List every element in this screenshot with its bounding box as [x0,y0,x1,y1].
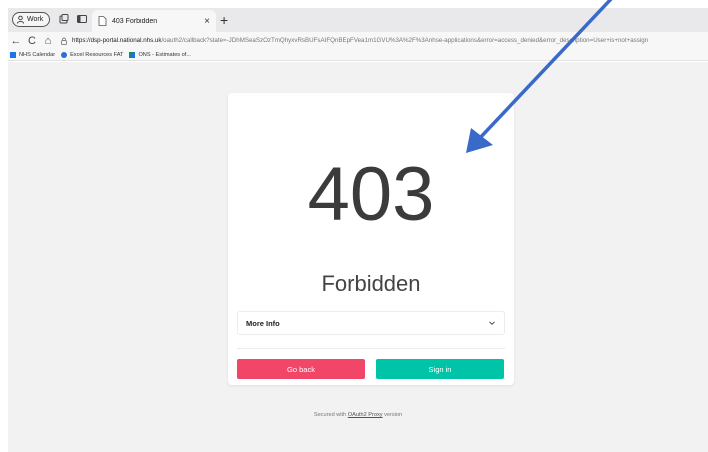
more-info-label: More Info [246,318,280,328]
error-card: 403 Forbidden More Info Go back Sign in [228,93,514,385]
tab-403-forbidden[interactable]: 403 Forbidden × [92,10,216,32]
bookmark-label: Excel Resources FAT [70,51,124,58]
profile-button[interactable]: Work [12,12,50,27]
tab-actions-icon[interactable] [76,13,88,25]
footer-prefix: Secured with [313,412,348,418]
new-tab-button[interactable]: + [220,11,228,29]
divider [237,348,505,349]
bookmarks-bar: NHS Calendar Excel Resources FAT ONS - E… [8,49,708,61]
home-button[interactable]: ⌂ [40,34,56,48]
error-status: Forbidden [321,271,421,296]
footer-text: Secured with OAuth2 Proxy version [8,412,708,418]
bookmark-label: NHS Calendar [19,51,56,58]
back-button[interactable]: ← [8,34,24,48]
address-bar: ← C ⌂ https://dsp-portal.national.nhs.uk… [8,32,708,49]
tab-strip: Work 403 Forbidden × + [8,8,708,32]
url-path: /oauth2/callback?state=-JDhMSeaSzOzTmQhy… [161,37,649,44]
lock-icon[interactable] [56,34,72,48]
url-host: https://dsp-portal.national.nhs.uk [72,37,162,44]
tab-title: 403 Forbidden [112,17,158,25]
calendar-icon [10,51,16,58]
footer-suffix: version [382,412,403,418]
more-info-toggle[interactable]: More Info [237,311,505,335]
close-tab-button[interactable]: × [204,16,210,27]
error-code: 403 [307,152,435,237]
bookmark-ons-estimates[interactable]: ONS - Estimates of... [129,51,191,58]
bookmark-nhs-calendar[interactable]: NHS Calendar [10,51,56,58]
person-icon [16,15,25,24]
refresh-button[interactable]: C [24,34,40,48]
bookmark-label: ONS - Estimates of... [138,51,191,58]
page-content: 403 Forbidden More Info Go back Sign in … [8,62,708,452]
chart-icon [129,51,136,58]
bookmark-excel-resources[interactable]: Excel Resources FAT [61,51,124,58]
globe-icon [61,51,68,58]
workspaces-icon[interactable] [58,13,70,25]
profile-label: Work [27,16,44,23]
sign-in-button[interactable]: Sign in [376,359,504,379]
go-back-button[interactable]: Go back [237,359,365,379]
page-icon [98,16,107,26]
chevron-down-icon [489,321,495,326]
oauth2-proxy-link[interactable]: OAuth2 Proxy [348,412,383,418]
url-input[interactable]: https://dsp-portal.national.nhs.uk/oauth… [72,37,708,44]
